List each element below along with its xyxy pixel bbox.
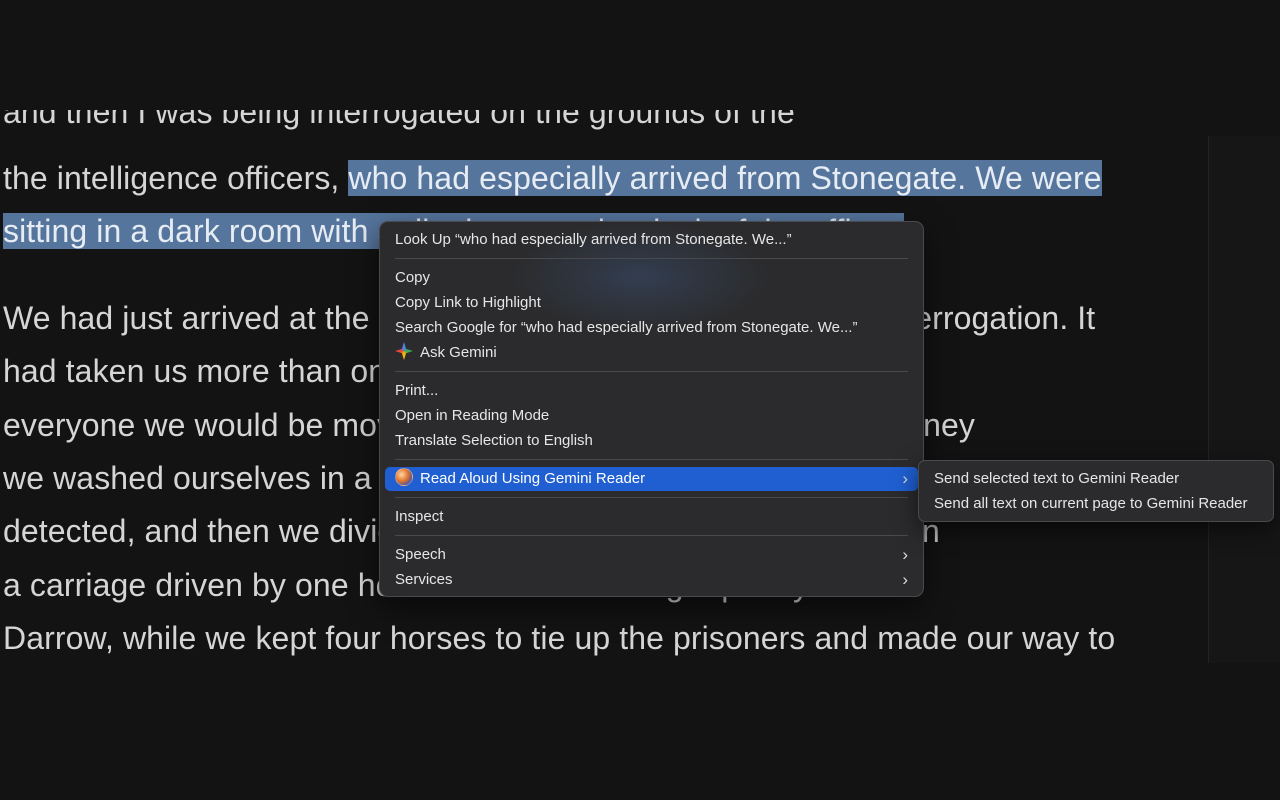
menu-item-look-up[interactable]: Look Up “who had especially arrived from…: [385, 228, 918, 252]
menu-separator: [395, 535, 908, 536]
menu-item-search-google[interactable]: Search Google for “who had especially ar…: [385, 316, 918, 340]
text-line-1-plain: the intelligence officers,: [3, 160, 349, 196]
menu-item-inspect[interactable]: Inspect: [385, 505, 918, 529]
chevron-right-icon: ›: [902, 469, 908, 488]
menu-separator: [395, 258, 908, 259]
chevron-right-icon: ›: [902, 570, 908, 589]
menu-separator: [395, 497, 908, 498]
paragraph-line[interactable]: Darrow, while we kept four horses to tie…: [3, 612, 1115, 664]
menu-item-label: Read Aloud Using Gemini Reader: [420, 470, 646, 487]
menu-item-translate[interactable]: Translate Selection to English: [385, 429, 918, 453]
menu-item-reading-mode[interactable]: Open in Reading Mode: [385, 404, 918, 428]
chevron-right-icon: ›: [902, 545, 908, 564]
menu-item-label: Ask Gemini: [420, 344, 497, 361]
menu-item-ask-gemini[interactable]: Ask Gemini: [385, 341, 918, 365]
gemini-star-icon: [395, 342, 413, 360]
menu-separator: [395, 459, 908, 460]
gemini-reader-icon: [395, 468, 413, 486]
menu-item-copy[interactable]: Copy: [385, 266, 918, 290]
read-aloud-submenu: Send selected text to Gemini Reader Send…: [918, 460, 1274, 522]
partial-top-line: and then I was being interrogated on the…: [0, 110, 1210, 136]
menu-item-label: Services: [395, 571, 453, 588]
menu-item-read-aloud[interactable]: Read Aloud Using Gemini Reader ›: [385, 467, 918, 491]
side-panel: [1208, 136, 1280, 663]
context-menu: Look Up “who had especially arrived from…: [379, 221, 924, 597]
menu-separator: [395, 371, 908, 372]
menu-item-services[interactable]: Services ›: [385, 568, 918, 592]
menu-item-label: Speech: [395, 546, 446, 563]
menu-item-copy-link-to-highlight[interactable]: Copy Link to Highlight: [385, 291, 918, 315]
submenu-item-send-all[interactable]: Send all text on current page to Gemini …: [924, 492, 1268, 516]
selected-text-1[interactable]: who had especially arrived from Stonegat…: [348, 160, 1102, 196]
submenu-item-send-selected[interactable]: Send selected text to Gemini Reader: [924, 467, 1268, 491]
menu-item-print[interactable]: Print...: [385, 379, 918, 403]
text-line-partial: and then I was being interrogated on the…: [3, 110, 795, 130]
menu-item-speech[interactable]: Speech ›: [385, 543, 918, 567]
text-line-1[interactable]: the intelligence officers, who had espec…: [3, 152, 1102, 204]
